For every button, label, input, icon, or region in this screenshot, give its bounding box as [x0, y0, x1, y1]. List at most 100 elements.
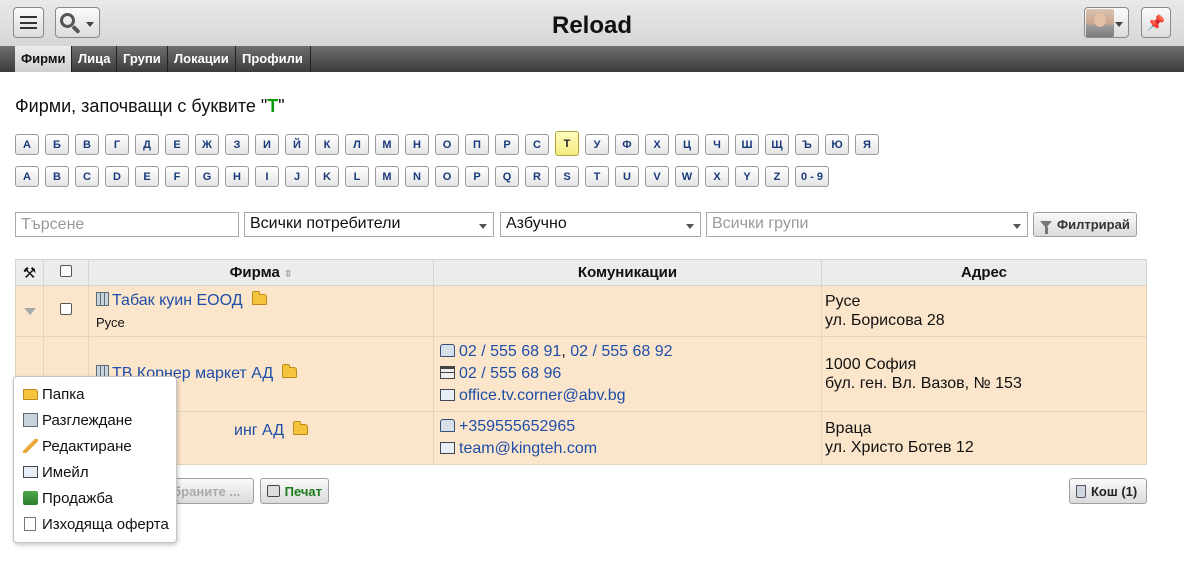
- cyrillic-letter-button[interactable]: О: [435, 134, 459, 155]
- cyrillic-letter-button[interactable]: Ф: [615, 134, 639, 155]
- tab-locations[interactable]: Локации: [168, 46, 236, 72]
- row-select[interactable]: [43, 285, 89, 337]
- comm-column-header: Комуникации: [433, 259, 822, 286]
- latin-letter-button[interactable]: Y: [735, 166, 759, 187]
- cyrillic-letter-button[interactable]: Е: [165, 134, 189, 155]
- cyrillic-letter-button[interactable]: Р: [495, 134, 519, 155]
- cyrillic-letter-button[interactable]: Ц: [675, 134, 699, 155]
- filter-button[interactable]: Филтрирай: [1033, 212, 1137, 237]
- cyrillic-letter-button[interactable]: Й: [285, 134, 309, 155]
- folder-icon[interactable]: [282, 364, 298, 378]
- latin-letter-button[interactable]: H: [225, 166, 249, 187]
- latin-letter-button[interactable]: K: [315, 166, 339, 187]
- cyrillic-letter-button[interactable]: Х: [645, 134, 669, 155]
- menu-item-outgoing-offer[interactable]: Изходяща оферта: [14, 511, 176, 537]
- cyrillic-letter-button[interactable]: П: [465, 134, 489, 155]
- phone-icon: [440, 344, 455, 357]
- latin-letter-button[interactable]: T: [585, 166, 609, 187]
- printer-icon: [267, 485, 280, 497]
- latin-letter-button[interactable]: S: [555, 166, 579, 187]
- cyrillic-letter-button[interactable]: Н: [405, 134, 429, 155]
- cyrillic-letter-button[interactable]: Ч: [705, 134, 729, 155]
- users-select[interactable]: Всички потребители: [244, 212, 494, 237]
- firm-name-link[interactable]: Табак куин ЕООД: [112, 292, 243, 309]
- tab-groups[interactable]: Групи: [117, 46, 168, 72]
- groups-select[interactable]: Всички групи: [706, 212, 1028, 237]
- latin-letter-button[interactable]: W: [675, 166, 699, 187]
- tools-header[interactable]: ⚒: [15, 259, 44, 286]
- latin-letter-button[interactable]: P: [465, 166, 489, 187]
- cyrillic-letter-button[interactable]: И: [255, 134, 279, 155]
- cyrillic-letter-button[interactable]: З: [225, 134, 249, 155]
- latin-letter-button[interactable]: A: [15, 166, 39, 187]
- latin-letter-button[interactable]: O: [435, 166, 459, 187]
- trash-button[interactable]: Кош (1): [1069, 478, 1147, 504]
- order-select[interactable]: Азбучно: [500, 212, 701, 237]
- cyrillic-letter-button[interactable]: М: [375, 134, 399, 155]
- latin-letter-button[interactable]: J: [285, 166, 309, 187]
- tab-firms[interactable]: Фирми: [15, 46, 72, 72]
- email-link[interactable]: office.tv.corner@abv.bg: [459, 387, 626, 404]
- latin-letter-button[interactable]: B: [45, 166, 69, 187]
- menu-item-view[interactable]: Разглеждане: [14, 407, 176, 433]
- cyrillic-letter-button[interactable]: Т: [555, 131, 579, 156]
- latin-letter-button[interactable]: D: [105, 166, 129, 187]
- cyrillic-letter-button[interactable]: К: [315, 134, 339, 155]
- search-input[interactable]: [15, 212, 239, 237]
- cyrillic-letter-button[interactable]: Ю: [825, 134, 849, 155]
- cyrillic-letter-button[interactable]: Ж: [195, 134, 219, 155]
- phone-link[interactable]: 02 / 555 68 92: [570, 343, 672, 360]
- user-menu-button[interactable]: [1084, 7, 1129, 38]
- menu-item-folder[interactable]: Папка: [14, 381, 176, 407]
- cyrillic-letter-button[interactable]: Г: [105, 134, 129, 155]
- latin-letter-button[interactable]: F: [165, 166, 189, 187]
- latin-letter-button[interactable]: Q: [495, 166, 519, 187]
- latin-letter-button[interactable]: E: [135, 166, 159, 187]
- latin-letter-button[interactable]: C: [75, 166, 99, 187]
- folder-icon[interactable]: [251, 291, 267, 305]
- firm-name-link[interactable]: инг АД: [234, 422, 284, 439]
- email-link[interactable]: team@kingteh.com: [459, 440, 597, 457]
- cyrillic-letter-button[interactable]: Ш: [735, 134, 759, 155]
- phone-link[interactable]: +359555652965: [459, 418, 575, 435]
- cyrillic-letter-button[interactable]: Я: [855, 134, 879, 155]
- cyrillic-letter-button[interactable]: В: [75, 134, 99, 155]
- latin-letter-button[interactable]: L: [345, 166, 369, 187]
- latin-letter-button[interactable]: M: [375, 166, 399, 187]
- latin-letter-button[interactable]: U: [615, 166, 639, 187]
- row-actions-toggle[interactable]: [15, 285, 44, 337]
- firm-column-header[interactable]: Фирма ⇳: [88, 259, 434, 286]
- cyrillic-letter-button[interactable]: Ъ: [795, 134, 819, 155]
- menu-item-email[interactable]: Имейл: [14, 459, 176, 485]
- pin-button[interactable]: 📌: [1141, 7, 1171, 38]
- phone-icon: [440, 419, 455, 432]
- menu-item-edit[interactable]: Редактиране: [14, 433, 176, 459]
- menu-item-sale[interactable]: Продажба: [14, 485, 176, 511]
- print-button[interactable]: Печат: [260, 478, 329, 504]
- cyrillic-letter-button[interactable]: Л: [345, 134, 369, 155]
- cyrillic-letter-button[interactable]: Д: [135, 134, 159, 155]
- latin-letter-button[interactable]: 0 - 9: [795, 166, 829, 187]
- cyrillic-letter-button[interactable]: С: [525, 134, 549, 155]
- tab-persons[interactable]: Лица: [72, 46, 117, 72]
- latin-letter-button[interactable]: Z: [765, 166, 789, 187]
- cyrillic-letter-button[interactable]: Щ: [765, 134, 789, 155]
- select-all-checkbox[interactable]: [60, 265, 72, 277]
- phone-link[interactable]: 02 / 555 68 91: [459, 343, 561, 360]
- latin-letter-button[interactable]: N: [405, 166, 429, 187]
- fax-link[interactable]: 02 / 555 68 96: [459, 365, 561, 382]
- row-checkbox[interactable]: [60, 303, 72, 315]
- select-all-header[interactable]: [43, 259, 89, 286]
- cyrillic-letter-button[interactable]: У: [585, 134, 609, 155]
- folder-icon[interactable]: [293, 421, 309, 435]
- latin-letter-button[interactable]: G: [195, 166, 219, 187]
- latin-letter-button[interactable]: R: [525, 166, 549, 187]
- cyrillic-letter-button[interactable]: А: [15, 134, 39, 155]
- chevron-down-icon: [1013, 224, 1021, 229]
- latin-letter-button[interactable]: V: [645, 166, 669, 187]
- address-cell: Русе ул. Борисова 28: [821, 285, 1147, 337]
- cyrillic-letter-button[interactable]: Б: [45, 134, 69, 155]
- tab-profiles[interactable]: Профили: [236, 46, 311, 72]
- latin-letter-button[interactable]: X: [705, 166, 729, 187]
- latin-letter-button[interactable]: I: [255, 166, 279, 187]
